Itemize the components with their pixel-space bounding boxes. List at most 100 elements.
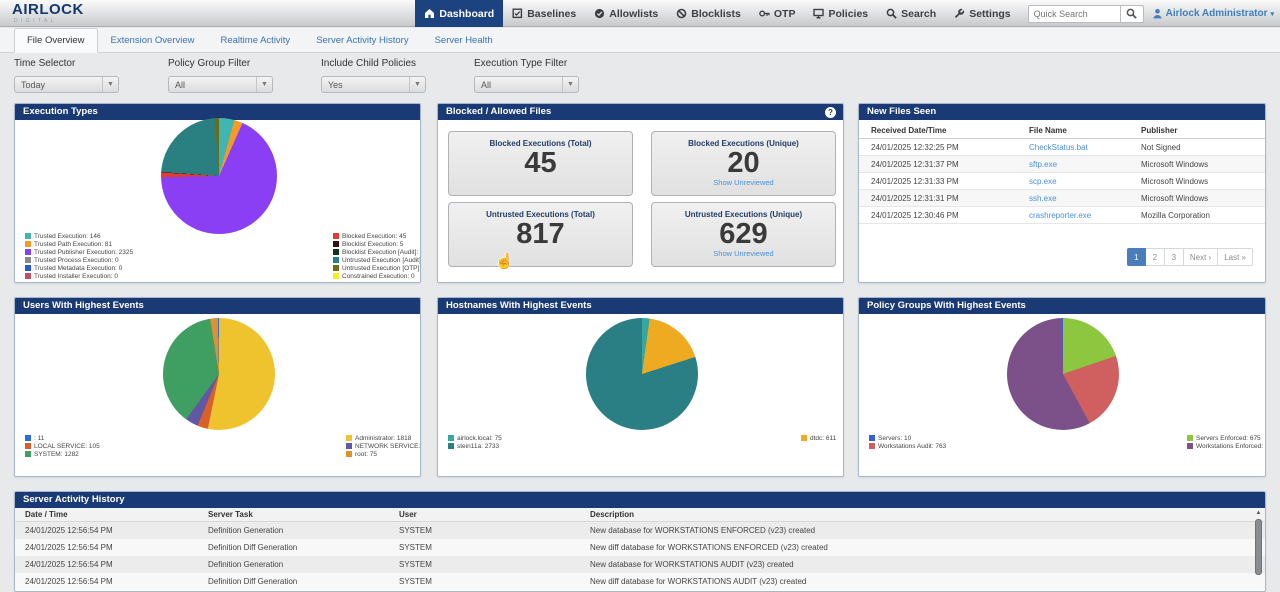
panel-title-text: Server Activity History	[23, 494, 125, 505]
blocklists-icon	[676, 8, 687, 19]
nav-item-baselines[interactable]: Baselines	[503, 0, 585, 27]
legend-swatch	[25, 241, 31, 247]
legend-swatch	[333, 273, 339, 279]
pagination-2[interactable]: 2	[1146, 248, 1165, 266]
legend-label: SYSTEM: 1282	[34, 451, 79, 458]
table-cell: Definition Generation	[208, 560, 399, 569]
stat-card-value: 817	[449, 219, 632, 249]
file-name-link[interactable]: ssh.exe	[1029, 194, 1141, 203]
chevron-down-icon: ▼	[562, 77, 578, 92]
legend-item-servers-enforced: Servers Enforced: 675	[1187, 434, 1266, 442]
legend-item-item: : 11	[25, 434, 100, 442]
table-cell: New diff database for WORKSTATIONS AUDIT…	[590, 577, 1265, 586]
show-unreviewed-link[interactable]: Show Unreviewed	[652, 178, 835, 187]
file-name-link[interactable]: scp.exe	[1029, 177, 1141, 186]
user-menu[interactable]: Airlock Administrator▾	[1152, 8, 1274, 19]
nav-item-label: Search	[901, 8, 936, 20]
help-icon[interactable]: ?	[825, 107, 836, 118]
nav-item-policies[interactable]: Policies	[804, 0, 877, 27]
tab-realtime-activity[interactable]: Realtime Activity	[208, 28, 304, 53]
tab-strip: File OverviewExtension OverviewRealtime …	[0, 28, 1280, 53]
tab-list: File OverviewExtension OverviewRealtime …	[14, 28, 506, 53]
quick-search-input[interactable]	[1028, 5, 1120, 23]
scrollbar-up-icon[interactable]: ▲	[1254, 509, 1263, 517]
time-selector-select[interactable]: Today▼	[14, 76, 119, 93]
airlock-logo: AIRLOCK DIGITAL	[12, 2, 84, 24]
nav-item-label: Allowlists	[609, 8, 658, 20]
chevron-down-icon: ▼	[256, 77, 272, 92]
file-name-link[interactable]: sftp.exe	[1029, 160, 1141, 169]
nav-item-dashboard[interactable]: Dashboard	[415, 0, 503, 27]
execution-types-legend-left: Trusted Execution: 146Trusted Path Execu…	[25, 232, 133, 280]
users-pie-chart[interactable]	[163, 318, 275, 430]
panel-title-text: Hostnames With Highest Events	[446, 300, 592, 311]
panel-hostnames-highest-events: Hostnames With Highest Events airlock.lo…	[437, 297, 844, 477]
legend-label: Trusted Execution: 146	[34, 233, 101, 240]
legend-label: Workstations Audit: 763	[878, 443, 946, 450]
policy-group-filter-select[interactable]: All▼	[168, 76, 273, 93]
legend-item-network-service: NETWORK SERVICE: 127	[346, 442, 421, 450]
tab-file-overview[interactable]: File Overview	[14, 28, 98, 53]
policy-groups-legend-right: Servers Enforced: 675Workstations Enforc…	[1187, 434, 1266, 450]
pagination-3[interactable]: 3	[1165, 248, 1184, 266]
pagination-next[interactable]: Next ›	[1184, 248, 1218, 266]
legend-item-root: root: 75	[346, 450, 421, 458]
panel-title-new-files: New Files Seen	[859, 104, 1265, 120]
policy-groups-legend-left: Servers: 10Workstations Audit: 763	[869, 434, 946, 450]
tab-extension-overview[interactable]: Extension Overview	[98, 28, 208, 53]
table-cell: SYSTEM	[399, 577, 590, 586]
file-name-link[interactable]: CheckStatus.bat	[1029, 143, 1141, 152]
select-value: Today	[21, 80, 45, 90]
legend-swatch	[333, 241, 339, 247]
caret-down-icon: ▾	[1270, 10, 1274, 18]
table-row: 24/01/2025 12:56:54 PMDefinition Diff Ge…	[15, 539, 1265, 556]
logo-subtext: DIGITAL	[12, 19, 84, 24]
legend-item-untrusted-execution-otp: Untrusted Execution [OTP]: 39	[333, 264, 421, 272]
stat-card-untrusted-executions-unique[interactable]: Untrusted Executions (Unique)629Show Unr…	[651, 202, 836, 267]
execution-type-filter-select[interactable]: All ▼	[474, 76, 579, 93]
execution-types-legend-right: Blocked Execution: 45Blocklist Execution…	[333, 232, 421, 280]
pagination-1[interactable]: 1	[1127, 248, 1146, 266]
stat-card-blocked-executions-total[interactable]: Blocked Executions (Total)45	[448, 131, 633, 196]
table-row: 24/01/2025 12:31:33 PMscp.exeMicrosoft W…	[859, 173, 1265, 190]
legend-swatch	[869, 443, 875, 449]
legend-swatch	[448, 443, 454, 449]
tab-server-activity-history[interactable]: Server Activity History	[303, 28, 421, 53]
execution-types-pie-chart[interactable]	[161, 118, 277, 234]
show-unreviewed-link[interactable]: Show Unreviewed	[652, 249, 835, 258]
table-scrollbar[interactable]: ▲	[1254, 509, 1263, 592]
legend-label: Constrained Execution: 0	[342, 273, 415, 280]
legend-label: : 11	[34, 435, 44, 442]
stat-card-blocked-executions-unique[interactable]: Blocked Executions (Unique)20Show Unrevi…	[651, 131, 836, 196]
tab-server-health[interactable]: Server Health	[422, 28, 506, 53]
select-value: All	[481, 80, 491, 90]
nav-item-otp[interactable]: OTP	[750, 0, 805, 27]
table-cell: Definition Generation	[208, 526, 399, 535]
legend-label: Administrator: 1818	[355, 435, 411, 442]
panel-users-highest-events: Users With Highest Events : 11LOCAL SERV…	[14, 297, 421, 477]
policy-groups-pie-chart[interactable]	[1007, 318, 1119, 430]
nav-item-settings[interactable]: Settings	[945, 0, 1019, 27]
nav-item-blocklists[interactable]: Blocklists	[667, 0, 750, 27]
panel-title-server-activity: Server Activity History	[15, 492, 1265, 508]
pagination-last[interactable]: Last »	[1218, 248, 1253, 266]
legend-label: stein11a: 2733	[457, 443, 499, 450]
panel-title-blocked-allowed: Blocked / Allowed Files ?	[438, 104, 843, 120]
scrollbar-thumb[interactable]	[1255, 519, 1262, 575]
include-child-policies-select[interactable]: Yes▼	[321, 76, 426, 93]
stat-card-untrusted-executions-total[interactable]: Untrusted Executions (Total)817	[448, 202, 633, 267]
legend-item-untrusted-execution-audit: Untrusted Execution [Audit]: 778	[333, 256, 421, 264]
hostnames-pie-chart[interactable]	[586, 318, 698, 430]
file-name-link[interactable]: crashreporter.exe	[1029, 211, 1141, 220]
column-header-description: Description	[590, 510, 1265, 519]
quick-search-button[interactable]	[1120, 5, 1144, 23]
main-nav: DashboardBaselines Allowlists BlocklistsOT…	[415, 0, 1274, 27]
nav-item-search[interactable]: Search	[877, 0, 945, 27]
legend-label: Blocklist Execution [Audit]: 0	[342, 249, 421, 256]
users-legend-right: Administrator: 1818NETWORK SERVICE: 127r…	[346, 434, 421, 458]
nav-item-allowlists[interactable]: Allowlists	[585, 0, 667, 27]
legend-swatch	[448, 435, 454, 441]
legend-label: NETWORK SERVICE: 127	[355, 443, 421, 450]
airlock-dashboard: AIRLOCK DIGITAL DashboardBaselines Allowl…	[0, 0, 1280, 592]
table-row: 24/01/2025 12:56:54 PMDefinition Diff Ge…	[15, 573, 1265, 590]
